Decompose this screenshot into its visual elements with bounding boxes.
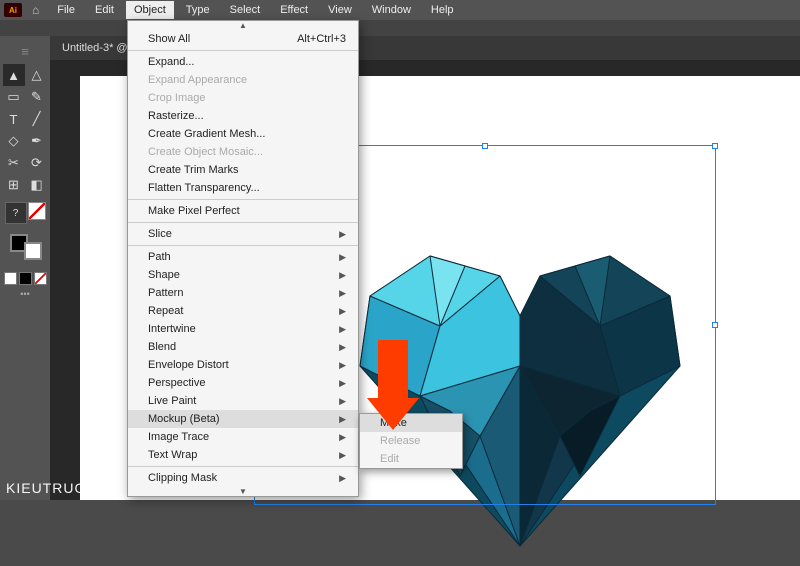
menu-window[interactable]: Window <box>364 1 419 19</box>
scroll-up-icon[interactable]: ▲ <box>128 21 358 30</box>
submenu-arrow-icon: ▶ <box>339 473 346 484</box>
line-tool[interactable]: ╱ <box>26 108 48 130</box>
annotation-arrow <box>378 340 419 430</box>
menu-item-intertwine[interactable]: Intertwine▶ <box>128 320 358 338</box>
menu-edit[interactable]: Edit <box>87 1 122 19</box>
menu-item-create-object-mosaic-: Create Object Mosaic... <box>128 143 358 161</box>
submenu-arrow-icon: ▶ <box>339 270 346 281</box>
submenu-arrow-icon: ▶ <box>339 432 346 443</box>
pen-tool[interactable]: ✒ <box>26 130 48 152</box>
submenu-arrow-icon: ▶ <box>339 252 346 263</box>
toolbox: ≡ ▲△ ▭✎ T╱ ◇✒ ✂⟳ ⊞◧ ? ••• <box>0 36 50 500</box>
menu-item-expand-appearance: Expand Appearance <box>128 71 358 89</box>
stroke-swatch[interactable] <box>24 242 42 260</box>
submenu-arrow-icon: ▶ <box>339 324 346 335</box>
control-bar <box>0 20 800 36</box>
menu-item-show-all[interactable]: Show AllAlt+Ctrl+3 <box>128 30 358 48</box>
menu-separator <box>128 50 358 51</box>
menu-object[interactable]: Object <box>126 1 174 19</box>
submenu-arrow-icon: ▶ <box>339 396 346 407</box>
menu-type[interactable]: Type <box>178 1 218 19</box>
mesh-tool[interactable]: ⊞ <box>3 174 25 196</box>
selection-tool[interactable]: ▲ <box>3 64 25 86</box>
toolbox-drag-icon[interactable]: ≡ <box>14 40 36 62</box>
submenu-arrow-icon: ▶ <box>339 306 346 317</box>
submenu-arrow-icon: ▶ <box>339 360 346 371</box>
menu-item-flatten-transparency-[interactable]: Flatten Transparency... <box>128 179 358 197</box>
none-tool[interactable] <box>28 202 46 220</box>
menu-item-image-trace[interactable]: Image Trace▶ <box>128 428 358 446</box>
menu-separator <box>128 222 358 223</box>
menu-file[interactable]: File <box>49 1 83 19</box>
sel-handle-tc[interactable] <box>482 143 488 149</box>
menu-item-rasterize-[interactable]: Rasterize... <box>128 107 358 125</box>
rectangle-tool[interactable]: ▭ <box>3 86 25 108</box>
menu-item-perspective[interactable]: Perspective▶ <box>128 374 358 392</box>
color-swatches <box>4 272 47 285</box>
menu-separator <box>128 466 358 467</box>
menu-item-slice[interactable]: Slice▶ <box>128 225 358 243</box>
menu-item-create-gradient-mesh-[interactable]: Create Gradient Mesh... <box>128 125 358 143</box>
menu-separator <box>128 199 358 200</box>
menu-effect[interactable]: Effect <box>272 1 316 19</box>
menu-item-mockup-beta-[interactable]: Mockup (Beta)▶ <box>128 410 358 428</box>
app-logo: Ai <box>4 3 22 17</box>
menubar: Ai ⌂ File Edit Object Type Select Effect… <box>0 0 800 20</box>
menu-item-pattern[interactable]: Pattern▶ <box>128 284 358 302</box>
menu-item-crop-image: Crop Image <box>128 89 358 107</box>
menu-item-clipping-mask[interactable]: Clipping Mask▶ <box>128 469 358 487</box>
rotate-tool[interactable]: ⟳ <box>26 152 48 174</box>
type-tool[interactable]: T <box>3 108 25 130</box>
menu-item-blend[interactable]: Blend▶ <box>128 338 358 356</box>
unknown-tool[interactable]: ? <box>5 202 27 224</box>
scissors-tool[interactable]: ✂ <box>3 152 25 174</box>
menu-item-envelope-distort[interactable]: Envelope Distort▶ <box>128 356 358 374</box>
swatch-black[interactable] <box>19 272 32 285</box>
menu-select[interactable]: Select <box>222 1 269 19</box>
menu-item-path[interactable]: Path▶ <box>128 248 358 266</box>
menu-item-text-wrap[interactable]: Text Wrap▶ <box>128 446 358 464</box>
brush-tool[interactable]: ✎ <box>26 86 48 108</box>
sel-handle-mr[interactable] <box>712 322 718 328</box>
menu-item-live-paint[interactable]: Live Paint▶ <box>128 392 358 410</box>
submenu-arrow-icon: ▶ <box>339 288 346 299</box>
scroll-down-icon[interactable]: ▼ <box>128 487 358 496</box>
menu-view[interactable]: View <box>320 1 360 19</box>
shape-tool[interactable]: ◇ <box>3 130 25 152</box>
toolbox-more-icon[interactable]: ••• <box>20 289 29 299</box>
submenu-arrow-icon: ▶ <box>339 342 346 353</box>
submenu-arrow-icon: ▶ <box>339 378 346 389</box>
menu-item-make-pixel-perfect[interactable]: Make Pixel Perfect <box>128 202 358 220</box>
menu-separator <box>128 245 358 246</box>
swatch-none[interactable] <box>34 272 47 285</box>
menu-item-create-trim-marks[interactable]: Create Trim Marks <box>128 161 358 179</box>
object-menu-dropdown: ▲ Show AllAlt+Ctrl+3 Expand...Expand Appe… <box>127 20 359 497</box>
menu-item-expand-[interactable]: Expand... <box>128 53 358 71</box>
menu-item-repeat[interactable]: Repeat▶ <box>128 302 358 320</box>
menu-help[interactable]: Help <box>423 1 462 19</box>
sel-handle-tr[interactable] <box>712 143 718 149</box>
submenu-item-release: Release <box>360 432 462 450</box>
submenu-item-edit: Edit <box>360 450 462 468</box>
submenu-arrow-icon: ▶ <box>339 450 346 461</box>
submenu-arrow-icon: ▶ <box>339 414 346 425</box>
direct-selection-tool[interactable]: △ <box>26 64 48 86</box>
menu-item-shape[interactable]: Shape▶ <box>128 266 358 284</box>
submenu-arrow-icon: ▶ <box>339 229 346 240</box>
gradient-tool[interactable]: ◧ <box>26 174 48 196</box>
swatch-white[interactable] <box>4 272 17 285</box>
home-icon[interactable]: ⌂ <box>32 3 39 17</box>
